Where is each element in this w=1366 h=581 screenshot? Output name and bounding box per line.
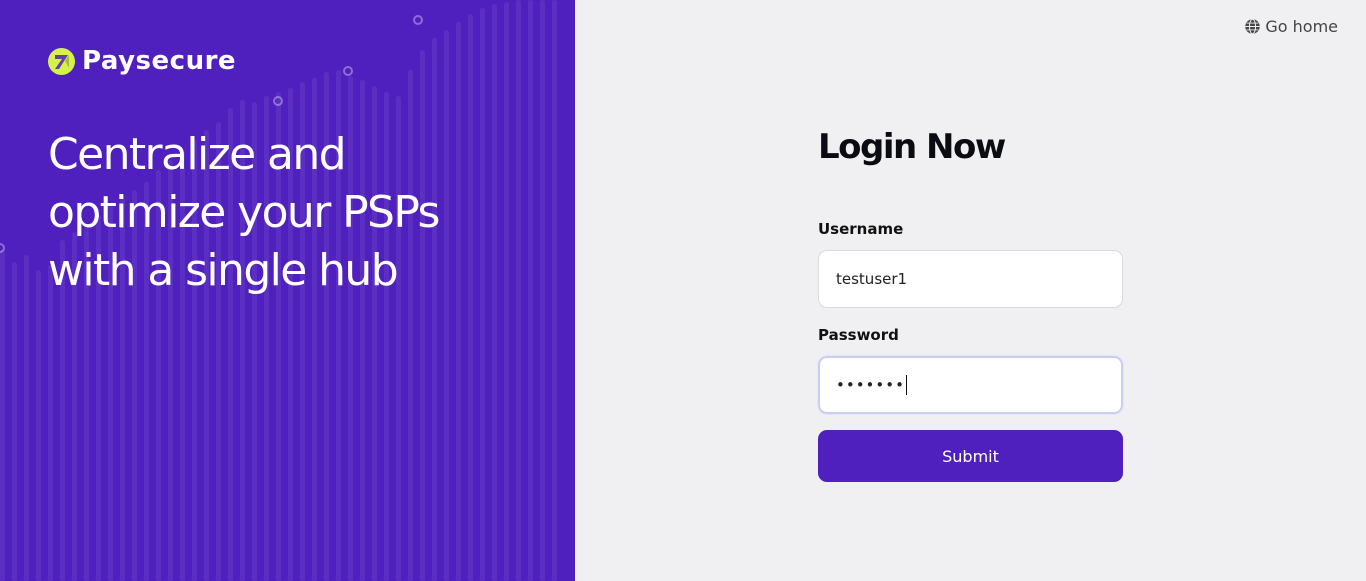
headline-line-3: with a single hub — [48, 245, 399, 296]
go-home-label: Go home — [1265, 17, 1338, 36]
background-bar — [456, 22, 461, 581]
submit-button[interactable]: Submit — [818, 430, 1123, 482]
headline-line-1: Centralize and — [48, 129, 347, 180]
paysecure-logo-icon — [48, 47, 75, 75]
globe-icon — [1245, 18, 1261, 35]
background-bar — [444, 30, 449, 581]
go-home-link[interactable]: Go home — [1244, 17, 1338, 36]
background-dot — [413, 15, 423, 25]
brand-name: Paysecure — [82, 46, 237, 76]
background-bar — [48, 265, 53, 581]
username-value: testuser1 — [836, 270, 908, 288]
background-bar — [552, 0, 557, 581]
background-bar — [0, 250, 5, 581]
password-label: Password — [818, 326, 899, 344]
password-value: ••••••• — [836, 376, 905, 394]
background-dot — [0, 243, 5, 253]
background-bar — [432, 38, 437, 581]
text-caret — [905, 375, 907, 395]
background-bar — [36, 270, 41, 581]
background-bar — [24, 255, 29, 581]
login-title: Login Now — [818, 127, 1006, 167]
brand: Paysecure — [48, 46, 236, 76]
password-input[interactable]: ••••••• — [818, 356, 1123, 414]
hero-panel: Paysecure Centralize and optimize your P… — [0, 0, 575, 581]
username-label: Username — [818, 220, 904, 238]
headline-line-2: optimize your PSPs — [48, 187, 440, 238]
hero-headline: Centralize and optimize your PSPs with a… — [48, 126, 528, 300]
login-panel: Go home Login Now Username testuser1 Pas… — [575, 0, 1366, 581]
background-bar — [540, 0, 545, 581]
login-form: Login Now Username testuser1 Password ••… — [818, 124, 1123, 482]
username-input[interactable]: testuser1 — [818, 250, 1123, 308]
background-bar — [12, 262, 17, 581]
background-dot — [343, 66, 353, 76]
background-bar — [528, 0, 533, 581]
